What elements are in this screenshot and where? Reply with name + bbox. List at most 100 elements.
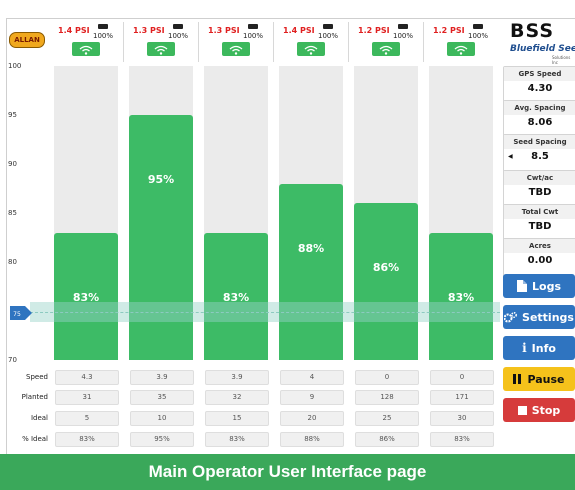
logs-label: Logs [532, 279, 561, 293]
column-divider [123, 22, 124, 62]
seed-spacing-panel[interactable]: Seed Spacing ◀ 8.5 [503, 134, 575, 174]
cwt-ac-label: Cwt/ac [504, 171, 575, 185]
seed-spacing-value[interactable]: 8.5 [504, 151, 575, 162]
cell-ideal: 10 [130, 411, 194, 426]
battery-icon [473, 24, 483, 29]
battery-icon [98, 24, 108, 29]
psi-reading: 1.2 PSI [358, 26, 390, 35]
psi-reading: 1.3 PSI [208, 26, 240, 35]
battery-level: 100% [467, 32, 488, 40]
y-tick-label: 85 [8, 209, 17, 217]
cell-pct-ideal: 88% [280, 432, 344, 447]
logs-button[interactable]: Logs [503, 274, 575, 298]
seed-rate-bar [279, 183, 343, 360]
info-icon: i [522, 341, 527, 355]
battery-level: 100% [242, 32, 263, 40]
psi-reading: 1.4 PSI [58, 26, 90, 35]
wifi-button[interactable] [297, 42, 325, 56]
gears-icon [504, 311, 517, 322]
battery-icon [248, 24, 258, 29]
cell-pct-ideal: 83% [205, 432, 269, 447]
y-tick-label: 95 [8, 111, 17, 119]
battery-level: 100% [167, 32, 188, 40]
column-divider [348, 22, 349, 62]
psi-reading: 1.2 PSI [433, 26, 465, 35]
cell-planted: 128 [355, 390, 419, 405]
seed-rate-bar [129, 115, 193, 360]
cell-planted: 9 [280, 390, 344, 405]
wifi-icon [454, 45, 468, 55]
y-tick-label: 100 [8, 62, 22, 70]
wifi-button[interactable] [372, 42, 400, 56]
column-divider [273, 22, 274, 62]
wifi-icon [379, 45, 393, 55]
gps-speed-value: 4.30 [527, 83, 553, 94]
info-button[interactable]: i Info [503, 336, 575, 360]
avg-spacing-label: Avg. Spacing [504, 101, 575, 115]
seed-spacing-label: Seed Spacing [504, 135, 575, 149]
bar-percent-label: 95% [147, 173, 175, 186]
battery-indicator: 100% [88, 24, 118, 40]
cell-pct-ideal: 83% [430, 432, 494, 447]
cell-pct-ideal: 86% [355, 432, 419, 447]
battery-level: 100% [92, 32, 113, 40]
cell-speed: 4.3 [55, 370, 119, 385]
battery-indicator: 100% [313, 24, 343, 40]
target-line [30, 312, 500, 313]
acres-value: 0.00 [527, 255, 553, 266]
cell-planted: 32 [205, 390, 269, 405]
cell-ideal: 5 [55, 411, 119, 426]
stop-label: Stop [531, 403, 561, 417]
cell-speed: 0 [430, 370, 494, 385]
current-level-marker: 75 [10, 305, 32, 320]
wifi-icon [79, 45, 93, 55]
settings-button[interactable]: Settings [503, 305, 575, 329]
wifi-icon [154, 45, 168, 55]
row-label-ideal: Ideal [30, 414, 48, 422]
bss-logo: BSS Bluefield Seeding Solutions Inc [508, 20, 575, 65]
column-divider [198, 22, 199, 62]
psi-reading: 1.4 PSI [283, 26, 315, 35]
y-tick-label: 90 [8, 160, 17, 168]
wifi-button[interactable] [447, 42, 475, 56]
battery-indicator: 100% [463, 24, 493, 40]
settings-label: Settings [522, 310, 574, 324]
cell-planted: 171 [430, 390, 494, 405]
cell-planted: 35 [130, 390, 194, 405]
pause-label: Pause [527, 372, 565, 386]
cwt-ac-value: TBD [528, 187, 552, 198]
row-label-pct-ideal: % Ideal [22, 435, 48, 443]
gps-speed-label: GPS Speed [504, 67, 575, 81]
wifi-button[interactable] [147, 42, 175, 56]
page-caption: Main Operator User Interface page [0, 454, 575, 490]
wifi-button[interactable] [72, 42, 100, 56]
row-label-speed: Speed [26, 373, 48, 381]
cell-ideal: 20 [280, 411, 344, 426]
stop-button[interactable]: Stop [503, 398, 575, 422]
marker-value: 75 [13, 311, 21, 318]
brand-tagline: Solutions Inc [552, 55, 571, 65]
battery-icon [398, 24, 408, 29]
wifi-icon [229, 45, 243, 55]
cell-ideal: 25 [355, 411, 419, 426]
sensor-header: 1.2 PSI 100% [427, 22, 497, 58]
sensor-header: 1.4 PSI 100% [277, 22, 347, 58]
info-label: Info [531, 341, 556, 355]
battery-icon [323, 24, 333, 29]
cell-speed: 0 [355, 370, 419, 385]
pause-button[interactable]: Pause [503, 367, 575, 391]
battery-indicator: 100% [238, 24, 268, 40]
stop-icon [517, 405, 527, 415]
wifi-button[interactable] [222, 42, 250, 56]
battery-level: 100% [392, 32, 413, 40]
battery-icon [173, 24, 183, 29]
brand-subtitle: Bluefield Seeding [510, 44, 575, 54]
bar-percent-label: 88% [297, 241, 325, 255]
cell-speed: 3.9 [205, 370, 269, 385]
cell-speed: 4 [280, 370, 344, 385]
total-cwt-label: Total Cwt [504, 205, 575, 219]
sensor-header: 1.3 PSI 100% [127, 22, 197, 58]
sensor-header: 1.2 PSI 100% [352, 22, 422, 58]
pause-icon [513, 374, 522, 384]
cell-pct-ideal: 83% [55, 432, 119, 447]
